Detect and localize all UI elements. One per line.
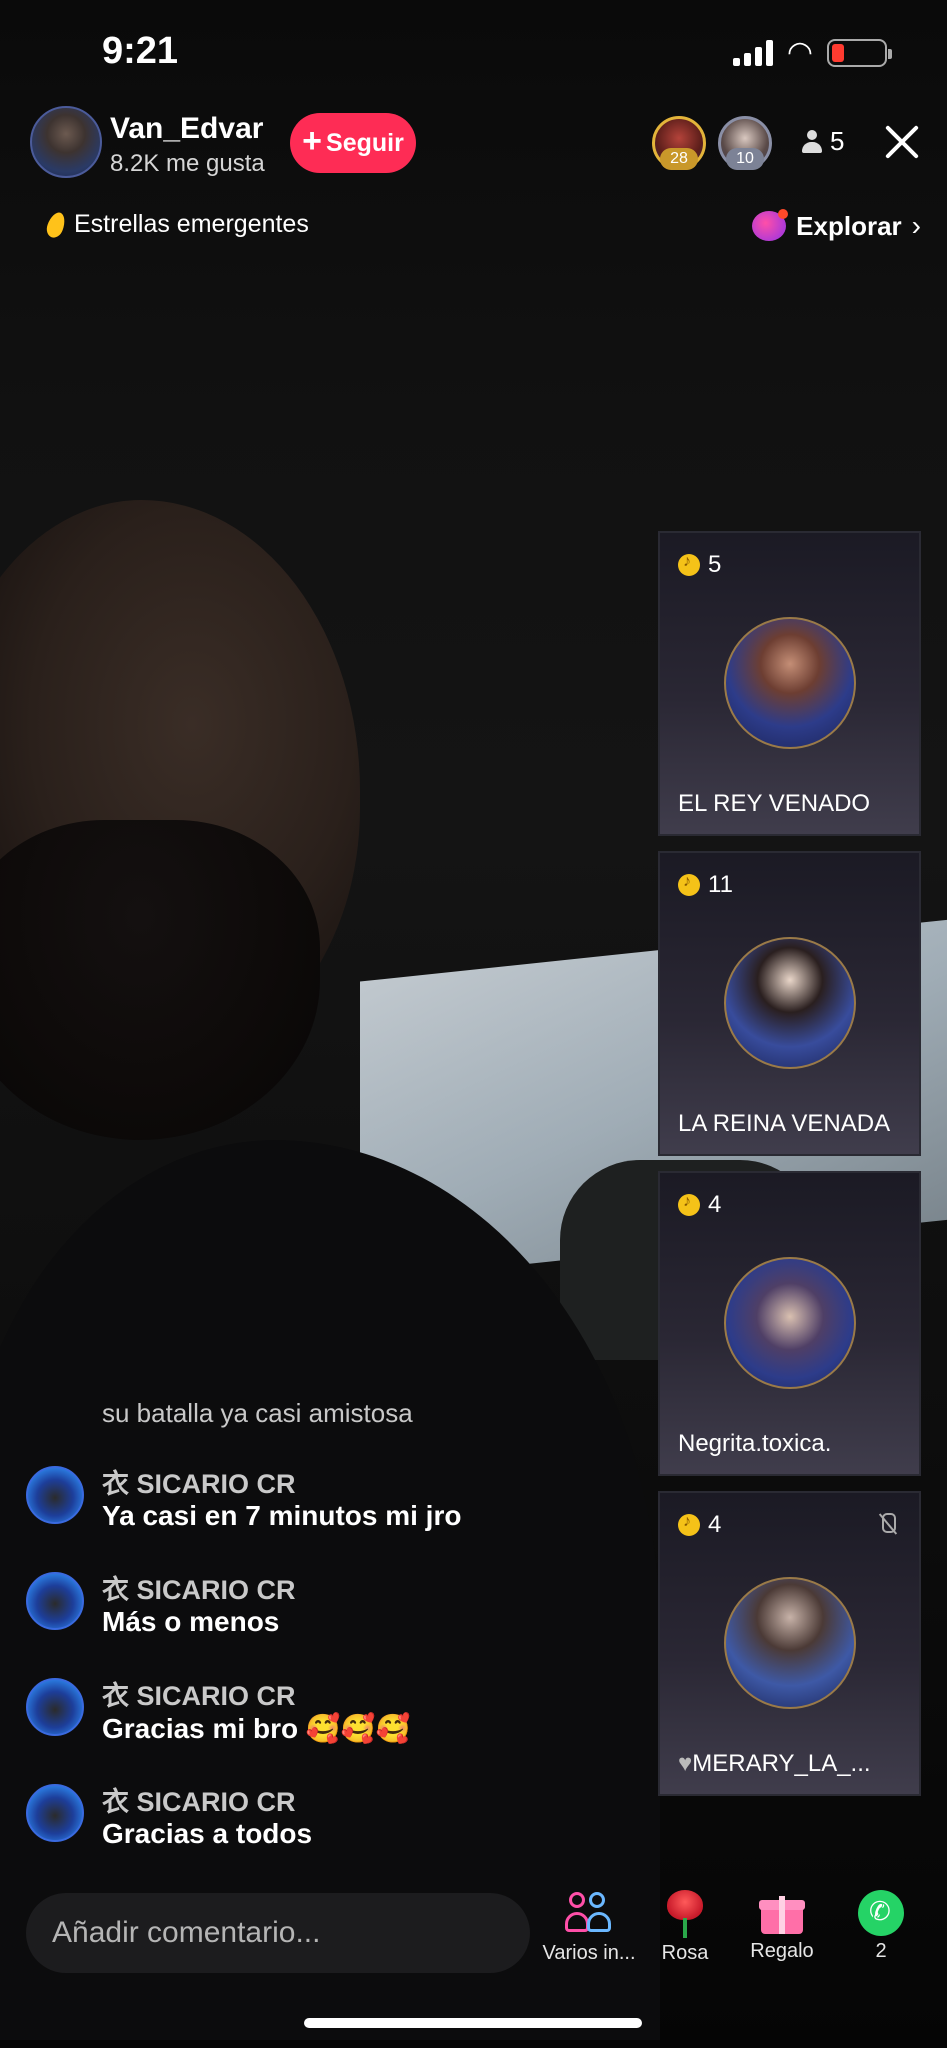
guest-score: 11 (678, 871, 733, 899)
whatsapp-icon (858, 1890, 904, 1936)
guest-panel[interactable]: 4 Negrita.toxica. (658, 1171, 921, 1476)
gift-icon (759, 1890, 805, 1936)
chat-system-message: su batalla ya casi amistosa (102, 1398, 413, 1428)
chat-avatar[interactable] (26, 1784, 84, 1842)
explore-label: Explorar (796, 210, 902, 241)
guest-score-value: 4 (708, 1511, 722, 1538)
guest-panel[interactable]: 4 ♥MERARY_LA_... (658, 1491, 921, 1796)
guest-name-text: MERARY_LA_... (692, 1750, 871, 1777)
chat-avatar[interactable] (26, 1678, 84, 1736)
guest-score-value: 4 (708, 1191, 722, 1218)
rose-gift-button[interactable]: Rosa (630, 1890, 740, 1965)
rising-stars-tag[interactable]: Estrellas emergentes (44, 209, 309, 240)
home-indicator[interactable] (304, 2018, 642, 2028)
chat-message[interactable]: 衣 SICARIO CR Más o menos (26, 1568, 626, 1638)
coin-icon (678, 1193, 700, 1216)
heart-icon: ♥ (678, 1750, 693, 1777)
guest-name: Negrita.toxica. (678, 1430, 832, 1457)
top-viewer-level-1: 28 (660, 148, 698, 170)
person-icon (802, 129, 822, 154)
chat-username[interactable]: 衣 SICARIO CR (102, 1674, 296, 1713)
guest-panel[interactable]: 5 EL REY VENADO (658, 531, 921, 836)
host-name[interactable]: Van_Edvar (110, 112, 263, 146)
guest-avatar[interactable] (724, 617, 856, 749)
comment-input[interactable] (26, 1893, 530, 1973)
chat-text: Gracias a todos (102, 1818, 313, 1849)
guest-score: 4 (678, 1191, 721, 1219)
guest-score: 4 (678, 1511, 721, 1539)
rose-label: Rosa (661, 1942, 709, 1964)
signal-icon (732, 40, 773, 66)
status-time: 9:21 (102, 30, 179, 72)
viewer-count[interactable]: 5 (802, 126, 844, 157)
guest-avatar[interactable] (724, 1577, 856, 1709)
wifi-icon: ◠ (786, 36, 813, 69)
gift-label: Regalo (750, 1940, 814, 1962)
host-likes: 8.2K me gusta (110, 150, 265, 177)
rising-stars-label: Estrellas emergentes (74, 210, 309, 238)
viewer-count-value: 5 (830, 126, 845, 156)
guest-score-value: 11 (708, 871, 733, 898)
host-avatar[interactable] (30, 106, 102, 178)
flame-icon (44, 209, 68, 240)
guest-score: 5 (678, 551, 721, 579)
coin-icon (678, 873, 700, 896)
chat-message[interactable]: 衣 SICARIO CR Gracias mi bro 🥰🥰🥰 (26, 1674, 626, 1744)
chat-text: Ya casi en 7 minutos mi jro (102, 1500, 462, 1531)
chat-avatar[interactable] (26, 1572, 84, 1630)
close-button[interactable] (880, 120, 924, 164)
chevron-right-icon: › (911, 210, 921, 241)
chat-message[interactable]: 衣 SICARIO CR Gracias a todos (26, 1780, 626, 1850)
guest-name: EL REY VENADO (678, 790, 871, 817)
whatsapp-share-button[interactable]: 2 (826, 1890, 936, 1963)
explore-button[interactable]: Explorar › (752, 209, 921, 242)
coin-icon (678, 1513, 700, 1536)
battery-icon (827, 39, 892, 67)
chat-username[interactable]: 衣 SICARIO CR (102, 1568, 296, 1607)
status-icons: ◠ (732, 36, 892, 69)
host-beard (0, 820, 320, 1140)
gift-button[interactable]: Regalo (727, 1890, 837, 1963)
guest-name: LA REINA VENADA (678, 1110, 891, 1137)
guest-name: ♥MERARY_LA_... (678, 1750, 871, 1778)
follow-label: Seguir (326, 128, 404, 157)
chat-message[interactable]: 衣 SICARIO CR Ya casi en 7 minutos mi jro (26, 1462, 626, 1532)
chat-username[interactable]: 衣 SICARIO CR (102, 1780, 296, 1819)
multi-guest-label: Varios in... (542, 1942, 636, 1964)
mic-muted-icon (877, 1513, 897, 1539)
top-viewer-level-2: 10 (726, 148, 764, 170)
guest-avatar[interactable] (724, 1257, 856, 1389)
multi-guest-button[interactable]: Varios in... (534, 1890, 644, 1965)
chat-avatar[interactable] (26, 1466, 84, 1524)
guest-avatar[interactable] (724, 937, 856, 1069)
rose-icon (661, 1890, 709, 1938)
guest-score-value: 5 (708, 551, 722, 578)
coin-icon (678, 553, 700, 576)
plus-icon: + (302, 122, 323, 160)
chat-username[interactable]: 衣 SICARIO CR (102, 1462, 296, 1501)
chat-text: Más o menos (102, 1606, 280, 1637)
guest-panel[interactable]: 11 LA REINA VENADA (658, 851, 921, 1156)
follow-button[interactable]: + Seguir (290, 113, 416, 173)
chat-text: Gracias mi bro 🥰🥰🥰 (102, 1713, 411, 1744)
planet-icon (752, 209, 789, 241)
share-count: 2 (875, 1940, 887, 1962)
multi-guest-icon (565, 1890, 613, 1938)
